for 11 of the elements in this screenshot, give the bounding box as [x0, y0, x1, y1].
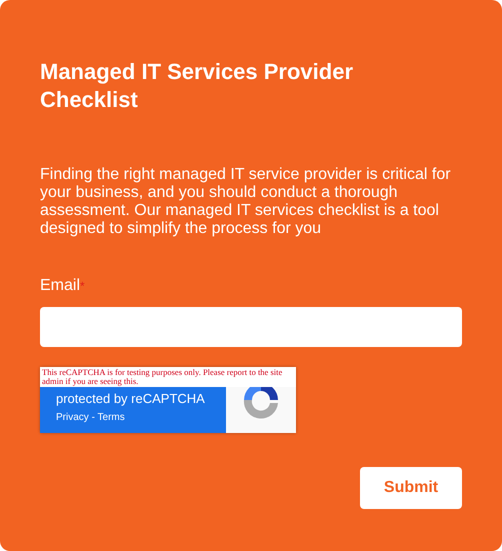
required-mark: * [80, 279, 85, 293]
field-label: Email [40, 277, 80, 294]
form-description: Finding the right managed IT service provider is critical for your business, and you should conduct a thorough assessment. Our managed IT services checklist is a tool designed to simplify the process for you [40, 166, 452, 238]
email-field[interactable] [40, 307, 462, 347]
recaptcha-warning: This reCAPTCHA is for testing purposes only. Please report to the site admin if you are seeing this. [40, 367, 296, 387]
terms-link[interactable]: Terms [98, 412, 125, 423]
separator: - [90, 412, 96, 423]
privacy-link[interactable]: Privacy [56, 412, 89, 423]
recaptcha-text: protected by reCAPTCHA [56, 392, 206, 406]
submit-button[interactable]: Submit [360, 467, 462, 509]
form-title: Managed IT Services Provider Checklist [40, 58, 354, 114]
